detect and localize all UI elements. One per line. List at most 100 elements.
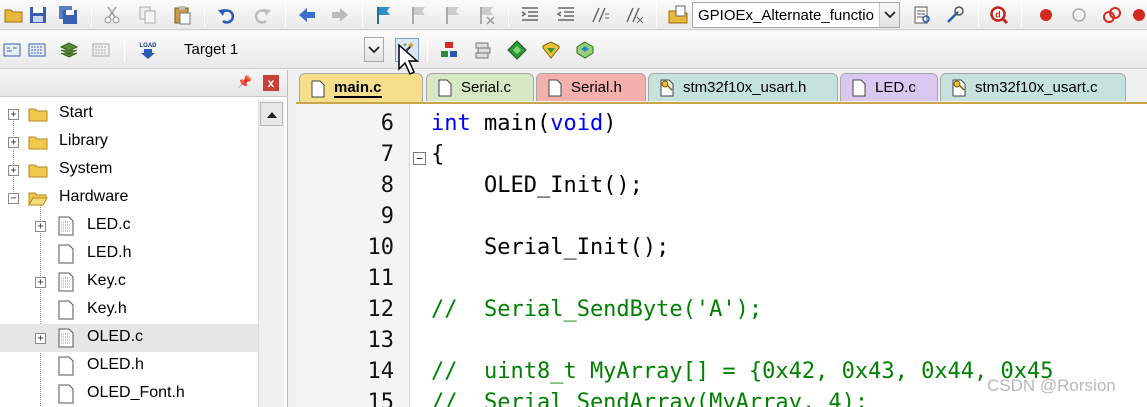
tab-stm32f10x-usart-c[interactable]: stm32f10x_usart.c bbox=[940, 73, 1126, 101]
navigate-forward-button[interactable] bbox=[328, 3, 352, 27]
tab-serial-h[interactable]: Serial.h bbox=[536, 73, 646, 101]
cut-button[interactable] bbox=[100, 3, 124, 27]
tree-item-label: LED.h bbox=[87, 244, 132, 261]
tree-item-system[interactable]: + System bbox=[0, 156, 258, 184]
tree-item-library[interactable]: + Library bbox=[0, 128, 258, 156]
expand-icon[interactable]: + bbox=[35, 221, 46, 232]
line-number-gutter: 6 7 8 9 10 11 12 13 14 15 bbox=[296, 104, 410, 407]
scroll-up-arrow-icon[interactable] bbox=[260, 102, 283, 126]
manage-project-items-button[interactable] bbox=[437, 38, 461, 62]
paste-button[interactable] bbox=[170, 3, 194, 27]
clear-bookmarks-button[interactable] bbox=[475, 3, 499, 27]
tab-led-c[interactable]: LED.c bbox=[840, 73, 938, 101]
find-combo[interactable]: GPIOEx_Alternate_functio bbox=[692, 2, 900, 28]
find-button[interactable] bbox=[910, 3, 934, 27]
h-file-icon bbox=[58, 356, 74, 376]
collapse-icon[interactable]: − bbox=[8, 193, 19, 204]
scissors-icon bbox=[104, 6, 120, 24]
undo-icon bbox=[218, 9, 235, 24]
translate-button[interactable] bbox=[0, 38, 24, 62]
tab-serial-c[interactable]: Serial.c bbox=[426, 73, 534, 101]
expand-icon[interactable]: + bbox=[8, 165, 19, 176]
tab-label: stm32f10x_usart.c bbox=[975, 79, 1098, 96]
undo-button[interactable] bbox=[215, 3, 239, 27]
packs-stack-icon bbox=[475, 42, 491, 59]
h-file-icon bbox=[58, 300, 74, 320]
save-all-button[interactable] bbox=[56, 3, 80, 27]
unindent-button[interactable] bbox=[554, 3, 578, 27]
batch-build-icon bbox=[92, 43, 110, 57]
enable-breakpoint-button[interactable] bbox=[1067, 3, 1091, 27]
load-download-icon: LOAD bbox=[140, 43, 157, 59]
download-button[interactable]: LOAD bbox=[136, 38, 160, 62]
incremental-find-button[interactable] bbox=[943, 3, 967, 27]
chevron-down-icon[interactable] bbox=[879, 3, 899, 27]
close-icon[interactable]: x bbox=[263, 75, 279, 91]
batch-build-button[interactable] bbox=[89, 38, 113, 62]
file-icon bbox=[438, 79, 452, 96]
comment-icon bbox=[592, 7, 609, 23]
line-number: 15 bbox=[367, 390, 395, 407]
tree-item-led-h[interactable]: LED.h bbox=[0, 240, 258, 268]
copy-icon bbox=[139, 6, 156, 24]
expand-icon[interactable]: + bbox=[8, 109, 19, 120]
line-number: 10 bbox=[367, 235, 395, 260]
next-bookmark-button[interactable] bbox=[441, 3, 465, 27]
tree-scrollbar[interactable] bbox=[258, 100, 284, 407]
disable-all-breakpoints-button[interactable] bbox=[1100, 3, 1124, 27]
fold-collapse-icon[interactable]: − bbox=[413, 152, 426, 165]
kill-all-breakpoints-button[interactable] bbox=[1127, 3, 1147, 27]
code-editor[interactable]: 6 7 8 9 10 11 12 13 14 15 − int main(voi… bbox=[296, 102, 1147, 407]
tab-main-c[interactable]: main.c bbox=[299, 73, 423, 103]
project-panel: 📌 x + Start + Library + System − Hardwar… bbox=[0, 70, 288, 407]
tree-item-start[interactable]: + Start bbox=[0, 100, 258, 128]
tree-item-key-h[interactable]: Key.h bbox=[0, 296, 258, 324]
keil-uvision-window: GPIOEx_Alternate_functio d LOAD Target 1… bbox=[0, 0, 1147, 407]
comment-selection-button[interactable] bbox=[588, 3, 612, 27]
rebuild-stack-icon bbox=[59, 42, 79, 58]
tree-item-key-c[interactable]: + Key.c bbox=[0, 268, 258, 296]
expand-icon[interactable]: + bbox=[35, 333, 46, 344]
tree-item-oled-c[interactable]: + OLED.c bbox=[0, 324, 258, 352]
software-packs-button[interactable] bbox=[573, 38, 597, 62]
tree-item-led-c[interactable]: + LED.c bbox=[0, 212, 258, 240]
tree-item-oled-font-h[interactable]: OLED_Font.h bbox=[0, 380, 258, 407]
chevron-down-icon[interactable] bbox=[364, 37, 384, 62]
expand-icon[interactable]: + bbox=[35, 277, 46, 288]
rebuild-button[interactable] bbox=[57, 38, 81, 62]
pack-installer-button[interactable] bbox=[539, 38, 563, 62]
tree-item-oled-h[interactable]: OLED.h bbox=[0, 352, 258, 380]
folder-icon bbox=[28, 136, 48, 150]
redo-button[interactable] bbox=[250, 3, 274, 27]
code-keyword: void bbox=[550, 111, 604, 136]
insert-breakpoint-button[interactable] bbox=[1034, 3, 1058, 27]
line-number: 11 bbox=[367, 266, 395, 291]
tree-item-hardware[interactable]: − Hardware bbox=[0, 184, 258, 212]
save-button[interactable] bbox=[26, 3, 50, 27]
manage-rte-button[interactable] bbox=[505, 38, 529, 62]
uncomment-selection-button[interactable] bbox=[622, 3, 646, 27]
code-text: main( bbox=[470, 111, 551, 136]
insert-bookmark-button[interactable] bbox=[372, 3, 396, 27]
expand-icon[interactable]: + bbox=[8, 137, 19, 148]
tab-stm32f10x-usart-h[interactable]: stm32f10x_usart.h bbox=[648, 73, 838, 101]
build-button[interactable] bbox=[25, 38, 49, 62]
svg-text:d: d bbox=[995, 10, 1001, 20]
locked-file-icon bbox=[952, 79, 966, 96]
target-select[interactable]: Target 1 bbox=[176, 36, 385, 63]
locked-file-icon bbox=[660, 79, 674, 96]
find-in-files-button[interactable] bbox=[666, 3, 690, 27]
indent-icon bbox=[521, 7, 538, 21]
pin-icon[interactable]: 📌 bbox=[237, 75, 252, 89]
debug-session-button[interactable]: d bbox=[987, 3, 1011, 27]
copy-button[interactable] bbox=[136, 3, 160, 27]
indent-button[interactable] bbox=[518, 3, 542, 27]
find-document-icon bbox=[914, 6, 930, 24]
code-text: ) bbox=[603, 111, 617, 136]
navigate-back-button[interactable] bbox=[295, 3, 319, 27]
open-file-button[interactable] bbox=[2, 3, 26, 27]
file-icon bbox=[311, 80, 325, 97]
select-packs-button[interactable] bbox=[471, 38, 495, 62]
prev-bookmark-button[interactable] bbox=[407, 3, 431, 27]
folder-icon bbox=[28, 164, 48, 178]
